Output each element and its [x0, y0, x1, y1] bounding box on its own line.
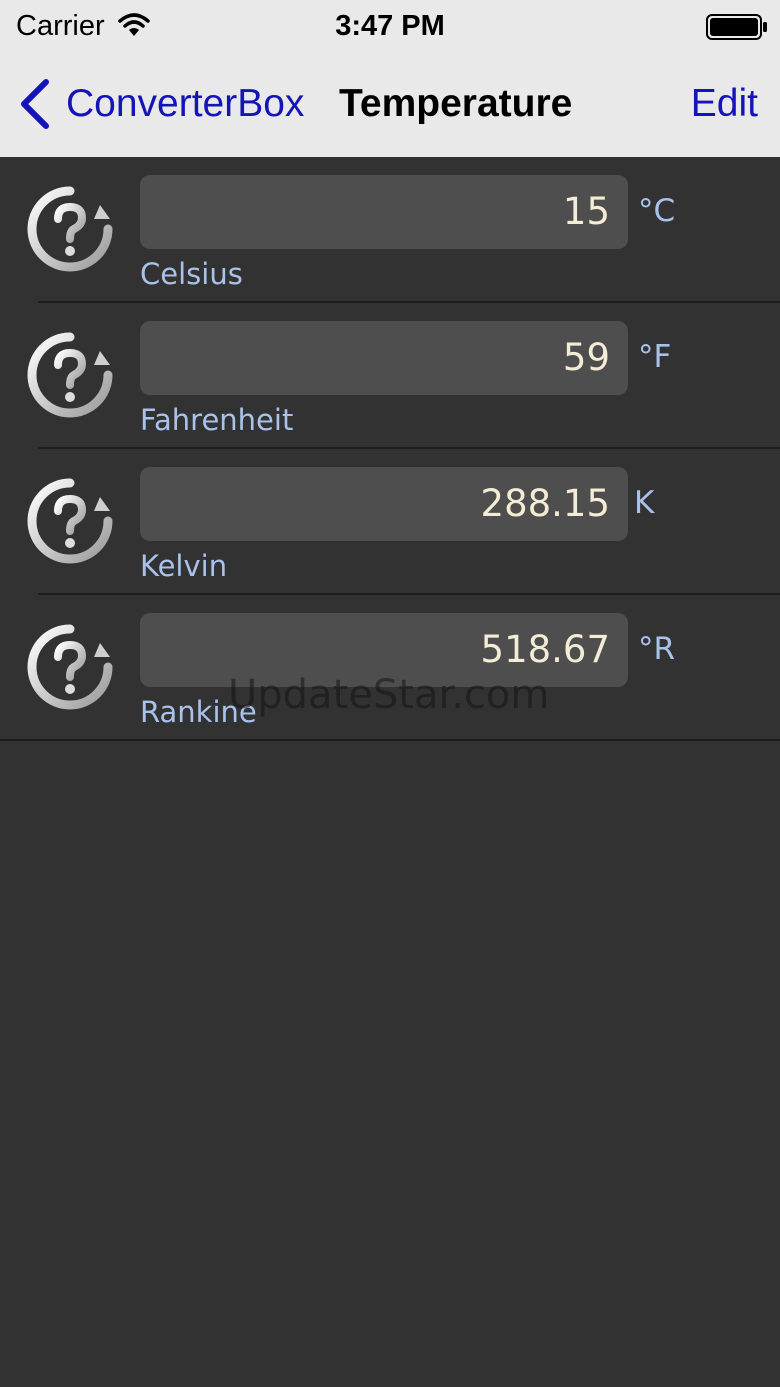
battery-icon — [706, 14, 767, 40]
help-question-icon[interactable] — [26, 185, 114, 273]
kelvin-symbol: K — [634, 485, 655, 521]
help-question-icon[interactable] — [26, 623, 114, 711]
celsius-label: Celsius — [140, 257, 243, 291]
page-title: Temperature — [339, 82, 573, 125]
rankine-symbol: °R — [638, 631, 676, 667]
unit-list: 15 °C Celsius 59 °F Fahrenheit 288.15 K … — [0, 157, 780, 741]
kelvin-value-field[interactable]: 288.15 — [140, 467, 628, 541]
unit-row-kelvin: 288.15 K Kelvin — [0, 449, 780, 595]
rankine-label: Rankine — [140, 695, 257, 729]
kelvin-label: Kelvin — [140, 549, 228, 583]
chevron-left-icon — [21, 79, 49, 129]
help-question-icon[interactable] — [26, 477, 114, 565]
celsius-value-field[interactable]: 15 — [140, 175, 628, 249]
celsius-symbol: °C — [638, 193, 676, 229]
unit-row-celsius: 15 °C Celsius — [0, 157, 780, 303]
back-button[interactable]: ConverterBox — [16, 76, 304, 132]
help-question-icon[interactable] — [26, 331, 114, 419]
back-button-label: ConverterBox — [66, 82, 305, 125]
rankine-value-field[interactable]: 518.67 — [140, 613, 628, 687]
edit-button[interactable]: Edit — [691, 82, 758, 126]
fahrenheit-label: Fahrenheit — [140, 403, 294, 437]
navigation-bar: ConverterBox Temperature Edit — [0, 54, 780, 157]
status-bar: Carrier 3:47 PM — [0, 0, 780, 54]
unit-row-fahrenheit: 59 °F Fahrenheit — [0, 303, 780, 449]
status-time: 3:47 PM — [335, 10, 445, 42]
fahrenheit-symbol: °F — [638, 339, 672, 375]
fahrenheit-value-field[interactable]: 59 — [140, 321, 628, 395]
unit-row-rankine: 518.67 °R Rankine — [0, 595, 780, 741]
